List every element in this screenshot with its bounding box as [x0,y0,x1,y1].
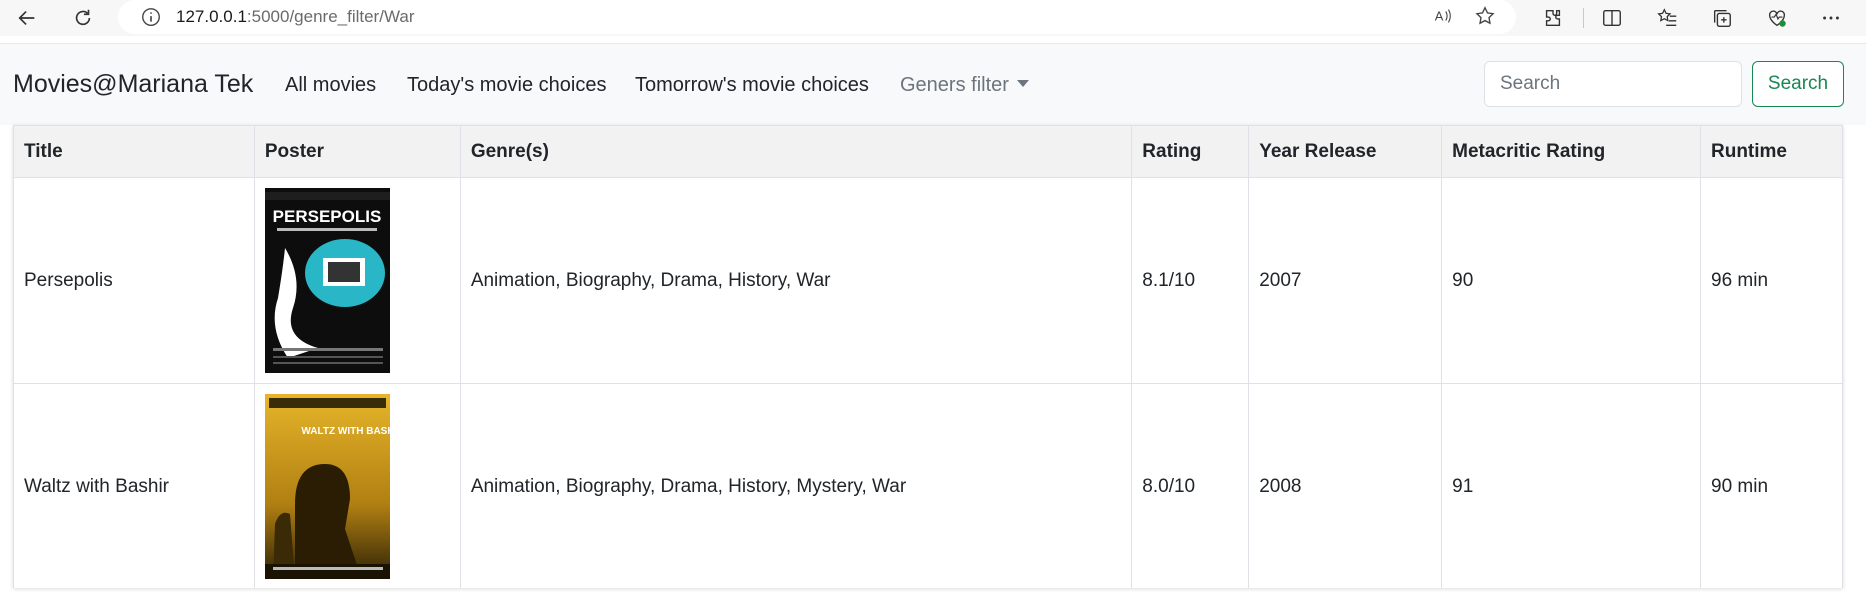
nav-link-tomorrow-choices[interactable]: Tomorrow's movie choices [635,74,869,97]
nav-link-all-movies[interactable]: All movies [285,74,376,97]
search-button[interactable]: Search [1752,61,1844,107]
cell-metacritic: 91 [1441,383,1701,588]
header-poster: Poster [253,125,461,178]
cell-metacritic: 90 [1441,177,1701,384]
cell-genres: Animation, Biography, Drama, History, My… [459,383,1133,588]
cell-title: Persepolis [13,177,255,384]
poster-image-waltz-with-bashir[interactable]: WALTZ WITH BASHIR [264,394,390,579]
poster-title-text: WALTZ WITH BASHIR [301,426,390,437]
svg-text:A: A [1435,9,1444,24]
cell-poster: WALTZ WITH BASHIR [253,383,461,588]
poster-image-persepolis[interactable]: PERSEPOLIS [264,188,390,373]
back-arrow-icon[interactable] [12,3,42,33]
address-bar[interactable]: 127.0.0.1:5000/genre_filter/War A [118,0,1516,34]
brand-link[interactable]: Movies@Mariana Tek [13,70,253,99]
site-navbar: Movies@Mariana Tek All movies Today's mo… [0,43,1866,125]
movies-table-container: Title Poster Genre(s) Rating Year Releas… [13,125,1843,588]
header-runtime: Runtime [1700,125,1843,178]
genre-filter-label: Geners filter [900,74,1009,96]
url-path: :5000/genre_filter/War [246,7,415,26]
cell-rating: 8.0/10 [1131,383,1250,588]
url-text: 127.0.0.1:5000/genre_filter/War [176,7,414,27]
refresh-icon[interactable] [68,3,98,33]
cell-year: 2008 [1248,383,1443,588]
favorite-star-icon[interactable] [1474,5,1496,32]
toolbar-divider [1583,8,1584,28]
caret-down-icon [1016,80,1029,87]
movies-table: Title Poster Genre(s) Rating Year Releas… [13,125,1843,588]
collections-icon[interactable] [1708,4,1736,32]
header-metacritic: Metacritic Rating [1441,125,1701,178]
table-row: Waltz with Bashir WALTZ WITH BAS Animati… [13,383,1843,588]
cell-year: 2007 [1248,177,1443,384]
cell-runtime: 90 min [1700,383,1843,588]
cell-rating: 8.1/10 [1131,177,1250,384]
poster-title-text: PERSEPOLIS [273,207,382,226]
browser-essentials-icon[interactable] [1763,4,1791,32]
browser-toolbar: 127.0.0.1:5000/genre_filter/War A [0,0,1866,36]
cell-poster: PERSEPOLIS [253,177,461,384]
search-input[interactable] [1484,61,1742,107]
table-row: Persepolis PERSEPOLIS Animation, Biograp… [13,177,1843,384]
info-icon[interactable] [140,6,162,28]
header-rating: Rating [1131,125,1250,178]
cell-title: Waltz with Bashir [13,383,255,588]
table-header-row: Title Poster Genre(s) Rating Year Releas… [13,125,1843,178]
split-screen-icon[interactable] [1598,4,1626,32]
read-aloud-icon[interactable]: A [1432,5,1454,32]
cell-runtime: 96 min [1700,177,1843,384]
url-host: 127.0.0.1 [176,7,247,26]
header-title: Title [13,125,255,178]
header-genres: Genre(s) [459,125,1133,178]
genre-filter-dropdown[interactable]: Geners filter [900,74,1029,97]
cell-genres: Animation, Biography, Drama, History, Wa… [459,177,1133,384]
nav-link-today-choices[interactable]: Today's movie choices [407,74,606,97]
header-year-release: Year Release [1248,125,1443,178]
favorites-icon[interactable] [1654,4,1682,32]
extensions-icon[interactable] [1539,4,1567,32]
more-options-icon[interactable] [1817,4,1845,32]
